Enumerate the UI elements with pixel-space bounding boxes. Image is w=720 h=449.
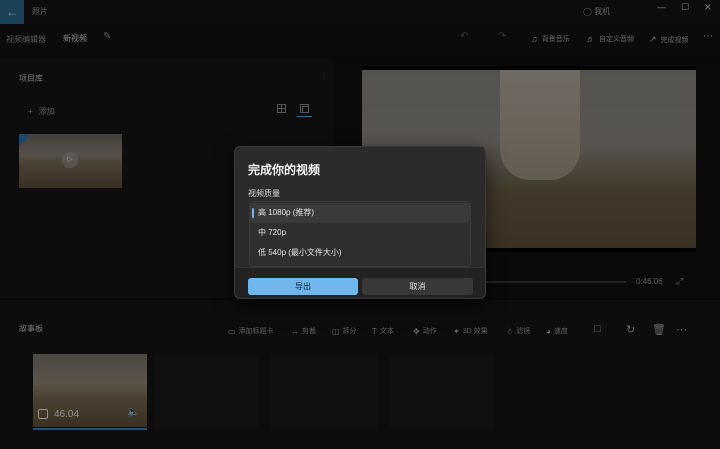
quality-option-low[interactable]: 低 540p (最小文件大小) xyxy=(250,243,470,263)
video-quality-label: 视频质量 xyxy=(248,189,280,198)
quality-option-medium[interactable]: 中 720p xyxy=(250,223,470,243)
selected-option-marker xyxy=(252,208,254,218)
cancel-button[interactable]: 取消 xyxy=(362,278,473,295)
quality-option-high[interactable]: 高 1080p (推荐) xyxy=(250,203,470,223)
export-button[interactable]: 导出 xyxy=(248,278,358,295)
dialog-title: 完成你的视频 xyxy=(248,163,321,177)
